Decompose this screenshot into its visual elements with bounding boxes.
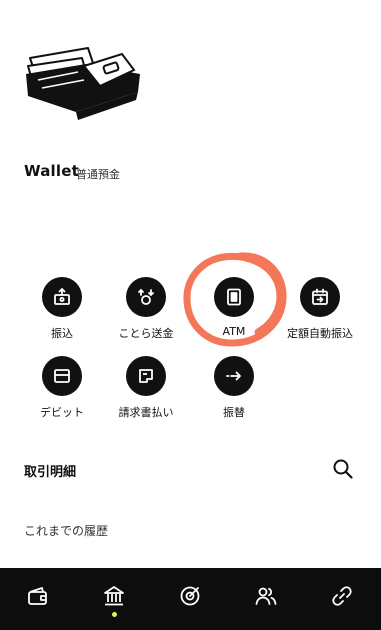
transfer-button[interactable]: 振込	[20, 277, 104, 341]
debit-button[interactable]: デビット	[20, 356, 104, 420]
debit-card-icon	[42, 356, 82, 396]
account-transfer-button[interactable]: 振替	[192, 356, 276, 420]
search-icon[interactable]	[332, 458, 354, 480]
transactions-title: 取引明細	[24, 465, 77, 480]
kotora-send-label: ことら送金	[118, 327, 174, 340]
wallet-illustration	[26, 47, 140, 120]
bill-payment-button[interactable]: 請求書払い	[104, 356, 188, 420]
link-tab-icon[interactable]	[328, 582, 356, 610]
bottom-tab-bar	[0, 568, 381, 630]
account-title: Wallet	[24, 162, 79, 180]
active-tab-indicator	[112, 612, 117, 617]
kotora-send-icon	[126, 277, 166, 317]
atm-button[interactable]: ATM	[192, 277, 276, 338]
bank-tab-icon[interactable]	[100, 582, 128, 610]
account-type: 普通預金	[76, 168, 120, 181]
account-transfer-label: 振替	[223, 406, 245, 419]
scheduled-transfer-label: 定額自動振込	[287, 327, 353, 340]
debit-label: デビット	[40, 406, 84, 419]
people-tab-icon[interactable]	[252, 582, 280, 610]
scheduled-transfer-button[interactable]: 定額自動振込	[278, 277, 362, 341]
account-transfer-icon	[214, 356, 254, 396]
bill-payment-label: 請求書払い	[118, 406, 174, 419]
atm-label: ATM	[222, 325, 246, 338]
history-label[interactable]: これまでの履歴	[24, 522, 108, 539]
transfer-money-icon	[42, 277, 82, 317]
transfer-label: 振込	[51, 327, 73, 340]
target-tab-icon[interactable]	[176, 582, 204, 610]
bill-payment-icon	[126, 356, 166, 396]
atm-icon	[214, 277, 254, 317]
scheduled-transfer-icon	[300, 277, 340, 317]
wallet-tab-icon[interactable]	[24, 582, 52, 610]
kotora-send-button[interactable]: ことら送金	[104, 277, 188, 341]
